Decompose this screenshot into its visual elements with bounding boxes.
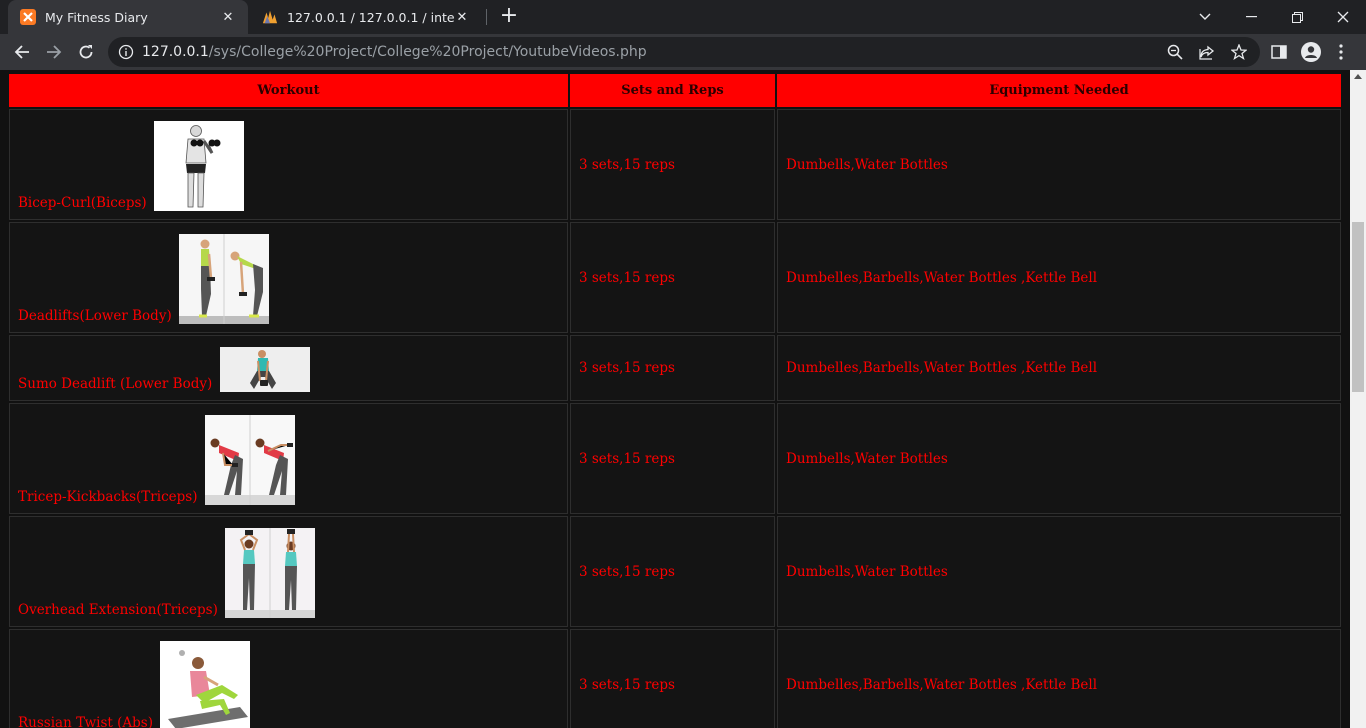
scrollbar-thumb[interactable] bbox=[1352, 222, 1364, 392]
workout-cell: Russian Twist (Abs) bbox=[9, 629, 568, 728]
workout-name: Deadlifts(Lower Body) bbox=[18, 308, 172, 324]
table-row: Bicep-Curl(Biceps) 3 sets,15 reps Dumbel… bbox=[9, 109, 1341, 220]
bicep-curl-image bbox=[153, 121, 244, 211]
tab-title: 127.0.0.1 / 127.0.0.1 / internetpro bbox=[287, 9, 454, 25]
url-text: 127.0.0.1/sys/College%20Project/College%… bbox=[142, 44, 647, 60]
sets-reps-cell: 3 sets,15 reps bbox=[570, 516, 775, 627]
close-icon[interactable]: ✕ bbox=[454, 9, 470, 25]
equipment-cell: Dumbells,Water Bottles bbox=[777, 516, 1341, 627]
workout-cell: Sumo Deadlift (Lower Body) bbox=[9, 335, 568, 401]
sets-reps-cell: 3 sets,15 reps bbox=[570, 109, 775, 220]
tab-phpmyadmin[interactable]: 127.0.0.1 / 127.0.0.1 / internetpro ✕ bbox=[250, 0, 482, 34]
deadlift-image bbox=[179, 234, 270, 324]
workout-name: Tricep-Kickbacks(Triceps) bbox=[18, 489, 198, 505]
browser-toolbar: 127.0.0.1/sys/College%20Project/College%… bbox=[0, 34, 1366, 70]
reload-icon[interactable] bbox=[72, 38, 100, 66]
table-row: Tricep-Kickbacks(Triceps) 3 sets,15 reps… bbox=[9, 403, 1341, 514]
workout-cell: Tricep-Kickbacks(Triceps) bbox=[9, 403, 568, 514]
phpmyadmin-icon bbox=[262, 9, 278, 25]
header-workout: Workout bbox=[9, 74, 568, 107]
equipment-cell: Dumbells,Water Bottles bbox=[777, 403, 1341, 514]
equipment-cell: Dumbelles,Barbells,Water Bottles ,Kettle… bbox=[777, 629, 1341, 728]
side-panel-icon[interactable] bbox=[1268, 41, 1290, 63]
workout-name: Bicep-Curl(Biceps) bbox=[18, 195, 147, 211]
tricep-kickback-image bbox=[204, 415, 295, 505]
workout-name: Overhead Extension(Triceps) bbox=[18, 602, 218, 618]
sets-reps-cell: 3 sets,15 reps bbox=[570, 335, 775, 401]
table-header-row: Workout Sets and Reps Equipment Needed bbox=[9, 74, 1341, 107]
workout-name: Sumo Deadlift (Lower Body) bbox=[18, 376, 213, 392]
sumo-deadlift-image bbox=[219, 347, 310, 392]
table-row: Deadlifts(Lower Body) 3 sets,15 reps Dum… bbox=[9, 222, 1341, 333]
workout-cell: Bicep-Curl(Biceps) bbox=[9, 109, 568, 220]
tab-separator bbox=[486, 9, 487, 25]
table-row: Sumo Deadlift (Lower Body) 3 sets,15 rep… bbox=[9, 335, 1341, 401]
workout-cell: Deadlifts(Lower Body) bbox=[9, 222, 568, 333]
forward-arrow-icon[interactable] bbox=[40, 38, 68, 66]
equipment-cell: Dumbelles,Barbells,Water Bottles ,Kettle… bbox=[777, 222, 1341, 333]
vertical-scrollbar[interactable] bbox=[1350, 70, 1366, 728]
address-bar[interactable]: 127.0.0.1/sys/College%20Project/College%… bbox=[108, 37, 1260, 67]
header-sets-reps: Sets and Reps bbox=[570, 74, 775, 107]
profile-avatar-icon[interactable] bbox=[1300, 41, 1322, 63]
sets-reps-cell: 3 sets,15 reps bbox=[570, 629, 775, 728]
sets-reps-cell: 3 sets,15 reps bbox=[570, 403, 775, 514]
kebab-menu-icon[interactable] bbox=[1330, 41, 1352, 63]
russian-twist-image bbox=[160, 641, 251, 728]
table-row: Overhead Extension(Triceps) 3 sets,15 re… bbox=[9, 516, 1341, 627]
workout-cell: Overhead Extension(Triceps) bbox=[9, 516, 568, 627]
site-info-icon[interactable] bbox=[118, 44, 134, 60]
header-equipment: Equipment Needed bbox=[777, 74, 1341, 107]
restore-icon[interactable] bbox=[1274, 0, 1320, 34]
new-tab-button[interactable]: + bbox=[498, 5, 520, 28]
tab-strip: My Fitness Diary ✕ 127.0.0.1 / 127.0.0.1… bbox=[0, 0, 1366, 34]
close-icon[interactable]: ✕ bbox=[220, 9, 236, 25]
equipment-cell: Dumbelles,Barbells,Water Bottles ,Kettle… bbox=[777, 335, 1341, 401]
scroll-up-arrow-icon[interactable] bbox=[1354, 74, 1362, 79]
tab-search-chevron-icon[interactable] bbox=[1182, 0, 1228, 34]
share-icon[interactable] bbox=[1198, 43, 1216, 61]
back-arrow-icon[interactable] bbox=[8, 38, 36, 66]
table-row: Russian Twist (Abs) 3 sets,15 reps Dumbe… bbox=[9, 629, 1341, 728]
workout-name: Russian Twist (Abs) bbox=[18, 715, 153, 728]
tab-title: My Fitness Diary bbox=[45, 9, 148, 25]
page-viewport: Workout Sets and Reps Equipment Needed B… bbox=[0, 70, 1350, 728]
equipment-cell: Dumbells,Water Bottles bbox=[777, 109, 1341, 220]
sets-reps-cell: 3 sets,15 reps bbox=[570, 222, 775, 333]
minimize-icon[interactable] bbox=[1228, 0, 1274, 34]
xampp-icon bbox=[20, 9, 36, 25]
bookmark-star-icon[interactable] bbox=[1230, 43, 1248, 61]
tab-my-fitness-diary[interactable]: My Fitness Diary ✕ bbox=[8, 0, 248, 34]
workouts-table: Workout Sets and Reps Equipment Needed B… bbox=[7, 72, 1343, 728]
overhead-extension-image bbox=[225, 528, 316, 618]
close-window-icon[interactable] bbox=[1320, 0, 1366, 34]
zoom-icon[interactable] bbox=[1166, 43, 1184, 61]
